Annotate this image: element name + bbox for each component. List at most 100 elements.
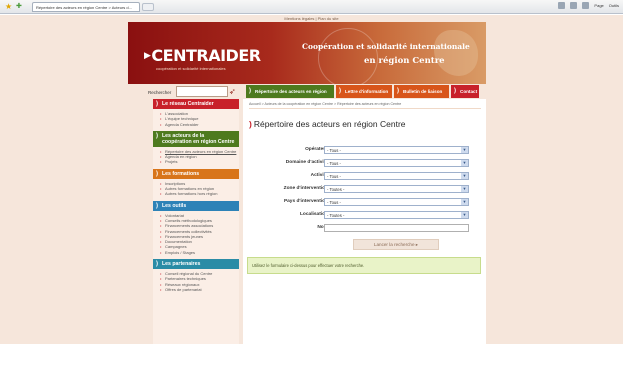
select-value: - Tous - xyxy=(327,174,341,179)
sidebar-item[interactable]: Emplois / Stages xyxy=(160,250,239,256)
select-value: - Tous - xyxy=(327,200,341,205)
chevron-icon: ) xyxy=(156,132,158,139)
nav-label: Contact xyxy=(460,89,478,94)
form-row-localisation: Localisation - Toutes - ▼ xyxy=(243,210,486,220)
activite-select[interactable]: - Tous - ▼ xyxy=(324,172,469,180)
page-title: ) Répertoire des acteurs en région Centre xyxy=(249,119,406,129)
sidebar-section-reseau[interactable]: ) Le réseau Centraider xyxy=(153,99,239,109)
sidebar: ) Le réseau Centraider L'association L'éq… xyxy=(153,99,239,344)
form-row-operateur: Opérateur - Tous - ▼ xyxy=(243,145,486,155)
chevron-icon: ) xyxy=(249,119,252,129)
page-menu[interactable]: Page xyxy=(594,3,603,8)
print-icon[interactable] xyxy=(582,2,590,9)
chevron-down-icon: ▼ xyxy=(461,147,468,153)
search-label: Rechercher xyxy=(148,90,172,95)
select-value: - Tous - xyxy=(327,148,341,153)
section-title: Les outils xyxy=(162,202,187,209)
sidebar-item[interactable]: Autres formations hors région xyxy=(160,191,239,197)
sidebar-list: Conseil régional du Centre Partenaires t… xyxy=(153,269,239,296)
browser-tab[interactable]: Répertoire des acteurs en région Centre … xyxy=(32,1,140,12)
chevron-icon: ) xyxy=(156,202,158,209)
zone-select[interactable]: - Toutes - ▼ xyxy=(324,185,469,193)
breadcrumb[interactable]: Accueil > Acteurs de la coopération en r… xyxy=(249,102,481,109)
browser-tools: Page Outils xyxy=(558,2,619,9)
zone-label: Zone d'intervention xyxy=(283,186,328,191)
logo-text-1: CENTR xyxy=(151,46,209,65)
nav-bulletin[interactable]: ) Bulletin de liaison xyxy=(394,85,449,98)
nav-label: Répertoire des acteurs en région xyxy=(255,89,327,94)
section-title: Les acteurs de la coopération en région … xyxy=(162,132,235,145)
form-row-pays: Pays d'intervention - Tous - ▼ xyxy=(243,197,486,207)
form-row-nom: Nom xyxy=(243,223,486,233)
header-banner: ▶CENTRAIDER coopération et solidarité in… xyxy=(128,22,486,84)
nav-contact[interactable]: ) Contact xyxy=(451,85,479,98)
form-row-domaine: Domaine d'activité - Tous - ▼ xyxy=(243,158,486,168)
form-row-zone: Zone d'intervention - Toutes - ▼ xyxy=(243,184,486,194)
search-input[interactable] xyxy=(176,86,228,97)
search-submit-button[interactable]: Lancer la recherche ▸ xyxy=(353,239,439,250)
sidebar-section-partenaires[interactable]: ) Les partenaires xyxy=(153,259,239,270)
form-row-activite: Activité - Tous - ▼ xyxy=(243,171,486,181)
chevron-down-icon: ▼ xyxy=(461,173,468,179)
section-title: Le réseau Centraider xyxy=(162,101,214,107)
browser-window: ★ ✚ Répertoire des acteurs en région Cen… xyxy=(0,0,623,369)
select-value: - Tous - xyxy=(327,161,341,166)
page-title-text: Répertoire des acteurs en région Centre xyxy=(253,119,406,129)
nav-label: Bulletin de liaison xyxy=(403,89,443,94)
home-icon[interactable] xyxy=(558,2,566,9)
banner-title-line1: Coopération et solidarité internationale xyxy=(302,42,470,51)
banner-title-line2: en région Centre xyxy=(364,56,445,66)
chevron-down-icon: ▼ xyxy=(461,212,468,218)
chevron-icon: ) xyxy=(156,261,158,268)
chevron-icon: ) xyxy=(156,101,158,107)
select-value: - Toutes - xyxy=(327,213,345,218)
chevron-down-icon: ▼ xyxy=(461,186,468,192)
feeds-icon[interactable] xyxy=(570,2,578,9)
sidebar-section-formations[interactable]: ) Les formations xyxy=(153,168,239,179)
add-favorite-icon[interactable]: ✚ xyxy=(16,3,24,11)
chevron-down-icon: ▼ xyxy=(461,160,468,166)
sidebar-section-outils[interactable]: ) Les outils xyxy=(153,200,239,211)
tools-menu[interactable]: Outils xyxy=(609,3,619,8)
chevron-icon: ) xyxy=(397,88,399,94)
section-title: Les formations xyxy=(162,170,200,177)
site-logo[interactable]: ▶CENTRAIDER xyxy=(144,46,261,65)
sidebar-list: Volontariat Conseils méthodologiques Fin… xyxy=(153,211,239,259)
chevron-icon: ) xyxy=(454,88,456,94)
page-footer-blank xyxy=(0,344,623,369)
localisation-select[interactable]: - Toutes - ▼ xyxy=(324,211,469,219)
domaine-select[interactable]: - Tous - ▼ xyxy=(324,159,469,167)
browser-toolbar: ★ ✚ Répertoire des acteurs en région Cen… xyxy=(0,0,623,14)
pays-select[interactable]: - Tous - ▼ xyxy=(324,198,469,206)
top-links[interactable]: Mentions légales | Plan du site xyxy=(0,16,623,21)
domaine-label: Domaine d'activité xyxy=(285,160,328,165)
sidebar-section-acteurs[interactable]: ) Les acteurs de la coopération en région… xyxy=(153,130,239,147)
chevron-icon: ) xyxy=(249,88,251,94)
sidebar-list: L'association L'équipe technique Agenda … xyxy=(153,109,239,131)
sidebar-item[interactable]: Offres de partenariat xyxy=(160,287,239,293)
region-map-icon xyxy=(434,30,478,76)
main-nav: ) Répertoire des acteurs en région ) Lettr… xyxy=(246,85,479,98)
chevron-icon: ) xyxy=(339,88,341,94)
chevron-icon: ) xyxy=(156,170,158,177)
pays-label: Pays d'intervention xyxy=(283,199,328,204)
select-value: - Toutes - xyxy=(327,187,345,192)
logo-triangle-icon: ▶ xyxy=(144,51,151,61)
search-go-icon[interactable]: ➶ xyxy=(229,87,239,96)
chevron-down-icon: ▼ xyxy=(461,199,468,205)
sidebar-item[interactable]: Projets xyxy=(160,159,239,165)
nom-input[interactable] xyxy=(324,224,469,232)
section-title: Les partenaires xyxy=(162,261,201,268)
sidebar-list: Inscriptions Autres formations en région… xyxy=(153,179,239,201)
favorites-star-icon[interactable]: ★ xyxy=(5,2,13,11)
info-message: Utilisez le formulaire ci-dessus pour ef… xyxy=(247,257,481,274)
sidebar-list: Répertoire des acteurs en région Centre … xyxy=(153,147,239,169)
logo-tagline: coopération et solidarité internationale… xyxy=(156,66,226,71)
main-content: Accueil > Acteurs de la coopération en r… xyxy=(243,99,486,344)
logo-text-2: AIDER xyxy=(208,46,261,65)
sidebar-item[interactable]: Agenda Centraider xyxy=(160,122,239,128)
nav-lettre[interactable]: ) Lettre d'information xyxy=(336,85,392,98)
nav-repertoire[interactable]: ) Répertoire des acteurs en région xyxy=(246,85,334,98)
operateur-select[interactable]: - Tous - ▼ xyxy=(324,146,469,154)
new-tab-button[interactable] xyxy=(142,2,154,11)
